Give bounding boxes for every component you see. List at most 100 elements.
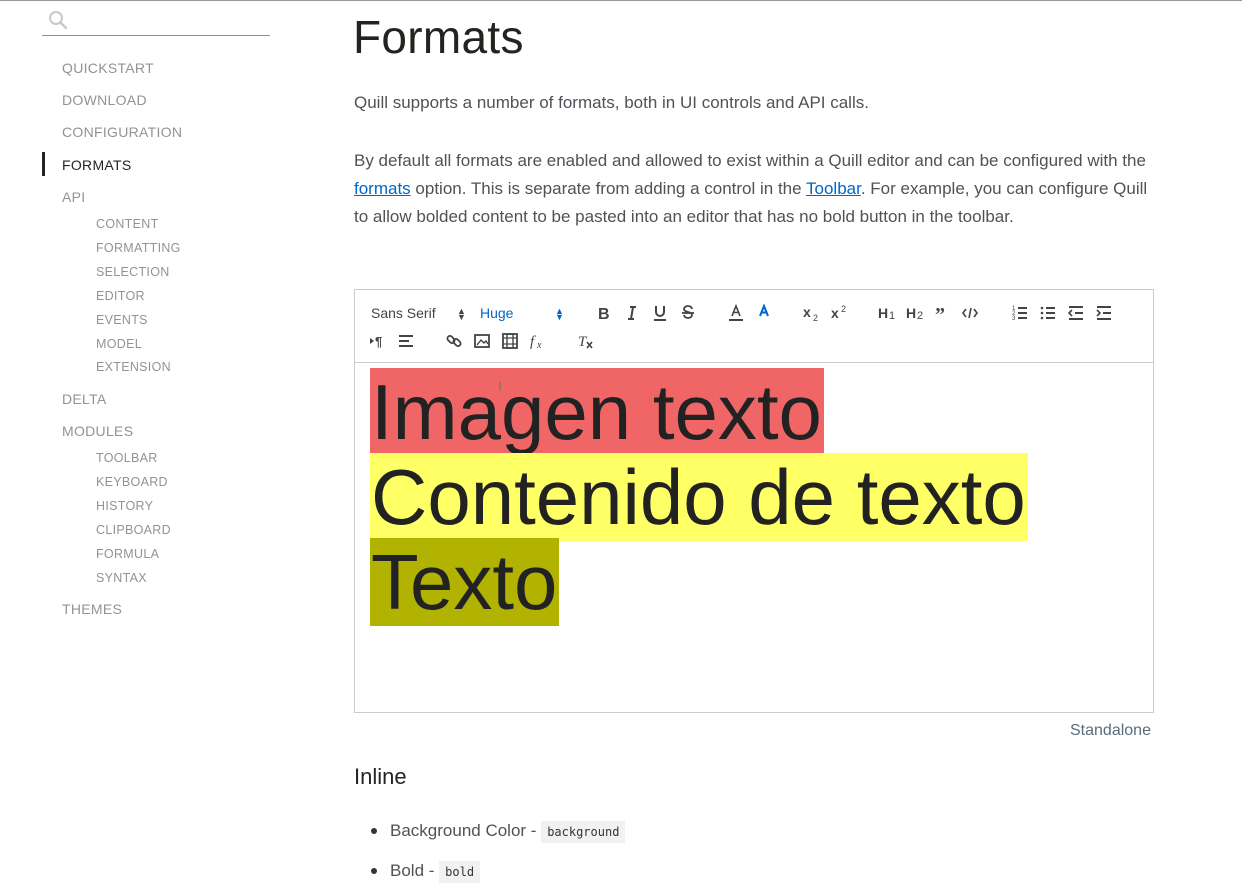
svg-text:2: 2	[813, 313, 818, 322]
video-button[interactable]	[501, 332, 519, 350]
sidebar-sub-model[interactable]: MODEL	[96, 337, 142, 351]
ordered-list-icon: 123	[1012, 306, 1027, 322]
outdent-button[interactable]	[1067, 304, 1085, 322]
size-picker-label: Huge	[480, 305, 514, 321]
page-title: Formats	[353, 11, 524, 63]
sidebar-item-download[interactable]: DOWNLOAD	[62, 92, 147, 108]
image-icon	[474, 334, 490, 348]
description-text: option. This is separate from adding a c…	[410, 179, 807, 198]
text-cursor-icon: I	[498, 378, 502, 394]
editor-content[interactable]: Imagen texto Contenido de texto Texto	[370, 368, 1028, 626]
format-code: background	[541, 821, 626, 843]
header-1-icon: H1	[878, 305, 895, 322]
header1-button[interactable]: H1	[877, 304, 897, 322]
sidebar-item-modules[interactable]: MODULES	[62, 423, 133, 439]
underline-button[interactable]	[651, 304, 669, 322]
background-color-icon	[759, 304, 769, 317]
svg-text:x: x	[831, 305, 839, 321]
image-button[interactable]	[473, 332, 491, 350]
blockquote-button[interactable]: ”	[933, 304, 951, 322]
search-input[interactable]	[74, 8, 268, 32]
formats-link[interactable]: formats	[354, 179, 411, 198]
active-indicator	[42, 152, 45, 176]
code-icon	[962, 307, 978, 319]
standalone-link[interactable]: Standalone	[1070, 722, 1151, 740]
sidebar-sub-selection[interactable]: SELECTION	[96, 265, 170, 279]
bullet-icon	[371, 868, 377, 874]
svg-text:2: 2	[917, 310, 923, 322]
sidebar-sub-extension[interactable]: EXTENSION	[96, 360, 171, 374]
highlighted-text: Texto	[370, 538, 560, 626]
highlighted-text: Imagen texto	[370, 368, 824, 456]
svg-text:3: 3	[1012, 316, 1016, 322]
bullet-list-button[interactable]	[1039, 304, 1057, 322]
svg-text:”: ”	[935, 304, 945, 322]
svg-text:T: T	[578, 334, 588, 350]
sidebar-sub-toolbar[interactable]: TOOLBAR	[96, 451, 158, 465]
sidebar-sub-events[interactable]: EVENTS	[96, 313, 148, 327]
search-box[interactable]	[42, 4, 270, 36]
underline-icon	[654, 306, 666, 321]
sidebar-sub-syntax[interactable]: SYNTAX	[96, 571, 147, 585]
sidebar-item-api[interactable]: API	[62, 189, 85, 205]
bullet-icon	[371, 828, 377, 834]
header2-button[interactable]: H2	[905, 304, 925, 322]
quill-editor: Sans Serif ▲ ▼ Huge ▲ ▼ B x2 x2 H 1 H 2 …	[354, 289, 1154, 713]
ordered-list-button[interactable]: 123	[1011, 304, 1029, 322]
sidebar-sub-history[interactable]: HISTORY	[96, 499, 153, 513]
format-code: bold	[439, 861, 481, 883]
toolbar-link[interactable]: Toolbar	[806, 179, 861, 198]
sidebar-sub-formula[interactable]: FORMULA	[96, 547, 159, 561]
svg-text:2: 2	[841, 304, 846, 314]
svg-text:H: H	[878, 305, 888, 321]
blockquote-icon: ”	[935, 304, 945, 322]
editor-line: Texto	[370, 538, 1028, 626]
svg-text:x: x	[803, 304, 811, 320]
sidebar-item-themes[interactable]: THEMES	[62, 601, 122, 617]
strike-icon	[682, 305, 694, 319]
link-button[interactable]	[445, 332, 463, 350]
font-picker[interactable]: Sans Serif	[371, 303, 436, 323]
sidebar-item-formats[interactable]: FORMATS	[62, 157, 132, 173]
formula-button[interactable]: fx	[529, 332, 547, 350]
italic-button[interactable]	[623, 304, 641, 322]
color-button[interactable]	[727, 304, 745, 322]
subscript-icon: x2	[803, 304, 818, 322]
clean-button[interactable]: T	[577, 332, 595, 350]
sidebar-item-delta[interactable]: DELTA	[62, 391, 107, 407]
sidebar-item-configuration[interactable]: CONFIGURATION	[62, 124, 182, 140]
list-item-label: Bold -	[390, 861, 440, 880]
indent-button[interactable]	[1095, 304, 1113, 322]
direction-button[interactable]: ¶	[369, 332, 387, 350]
align-button[interactable]	[397, 332, 415, 350]
sidebar-sub-editor[interactable]: EDITOR	[96, 289, 145, 303]
intro-paragraph: Quill supports a number of formats, both…	[354, 93, 869, 112]
text-color-icon	[729, 304, 743, 321]
text-direction-icon: ¶	[370, 334, 382, 349]
svg-text:H: H	[906, 305, 916, 321]
svg-text:x: x	[536, 340, 542, 350]
code-block-button[interactable]	[961, 304, 979, 322]
font-picker-label: Sans Serif	[371, 305, 436, 321]
italic-icon	[628, 306, 636, 320]
size-picker[interactable]: Huge	[480, 303, 513, 323]
superscript-icon: x2	[831, 304, 846, 321]
sidebar-sub-clipboard[interactable]: CLIPBOARD	[96, 523, 171, 537]
font-picker-arrows-icon: ▲ ▼	[457, 306, 466, 322]
sidebar-sub-content[interactable]: CONTENT	[96, 217, 159, 231]
background-button[interactable]	[755, 304, 773, 322]
size-picker-arrows-icon: ▲ ▼	[555, 306, 564, 322]
list-item: Background Color - background	[354, 816, 626, 856]
sidebar-item-quickstart[interactable]: QUICKSTART	[62, 60, 154, 76]
strike-button[interactable]	[679, 304, 697, 322]
top-border	[0, 0, 1242, 1]
description-text: By default all formats are enabled and a…	[354, 151, 1146, 170]
bold-button[interactable]: B	[595, 304, 613, 322]
list-item: Bold - bold	[354, 856, 625, 896]
subscript-button[interactable]: x2	[801, 304, 821, 322]
superscript-button[interactable]: x2	[829, 304, 849, 322]
bold-icon: B	[598, 306, 610, 322]
editor-line: Contenido de texto	[370, 453, 1028, 541]
sidebar-sub-formatting[interactable]: FORMATTING	[96, 241, 181, 255]
sidebar-sub-keyboard[interactable]: KEYBOARD	[96, 475, 168, 489]
